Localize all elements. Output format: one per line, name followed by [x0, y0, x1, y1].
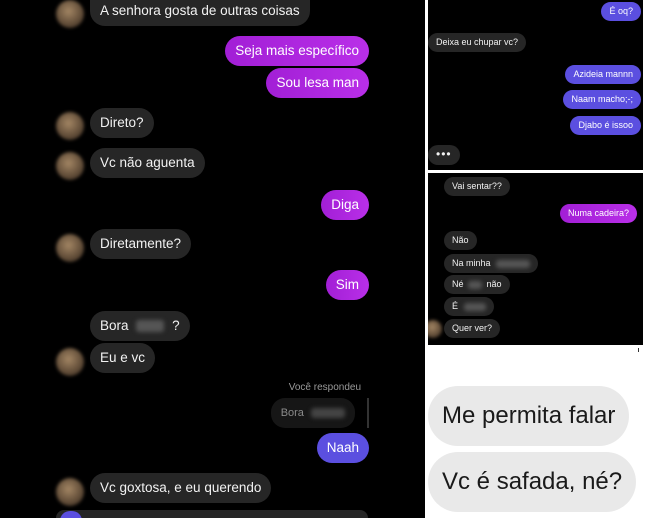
message-text: É: [452, 301, 459, 311]
incoming-message: Direto?: [90, 108, 154, 138]
message-text: Na minha: [452, 258, 491, 268]
message-text: Quer ver?: [452, 323, 493, 333]
reply-quote-text: Bora: [280, 407, 304, 419]
censored-word: [136, 320, 165, 333]
partial-message: [56, 510, 368, 518]
main-chat-panel: A senhora gosta de outras coisas Seja ma…: [0, 0, 425, 518]
message-text: Diga: [331, 197, 359, 212]
incoming-message: Vc goxtosa, e eu querendo: [90, 473, 272, 503]
incoming-message: Na minha: [444, 254, 539, 273]
message-text: Naah: [326, 440, 359, 455]
message-text: Sim: [335, 277, 359, 292]
typing-dots: •••: [436, 147, 452, 161]
message-text: Eu e vc: [100, 350, 146, 365]
message-text: Naam macho;-;: [571, 94, 633, 104]
incoming-message: Vai sentar??: [444, 177, 510, 196]
message-text: Deixa eu chupar vc?: [436, 37, 519, 47]
message-text: Direto?: [100, 115, 144, 130]
reply-label: Você respondeu: [288, 382, 361, 393]
censored-word: [496, 259, 531, 268]
contact-avatar: [56, 152, 84, 180]
message-text: Não: [452, 235, 469, 245]
incoming-message: Deixa eu chupar vc?: [428, 33, 527, 52]
message-text: Vc é safada, né?: [442, 468, 623, 495]
incoming-message: A senhora gosta de outras coisas: [90, 0, 310, 26]
outgoing-message: É oq?: [601, 2, 641, 21]
message-text: Diretamente?: [100, 236, 182, 251]
message-text: Djabo é issoo: [578, 120, 633, 130]
incoming-message: Né não: [444, 275, 510, 294]
message-text: Vc não aguenta: [100, 155, 195, 170]
divider-mark: [638, 348, 639, 352]
outgoing-message: Naah: [316, 433, 369, 463]
message-text: Vc goxtosa, e eu querendo: [100, 480, 262, 495]
message-text: Seja mais específico: [235, 43, 359, 58]
contact-avatar: [56, 348, 84, 376]
contact-avatar: [56, 234, 84, 262]
incoming-message: Me permita falar: [428, 386, 630, 446]
chat-panel-4: Me permita falar Vc é safada, né?: [428, 348, 645, 518]
contact-avatar: [56, 478, 84, 506]
incoming-message: Vc não aguenta: [90, 148, 205, 178]
reply-bar: [367, 398, 369, 428]
message-text-suffix: ?: [172, 318, 180, 333]
outgoing-message: Sou lesa man: [266, 68, 369, 98]
message-text: Bora: [100, 318, 129, 333]
message-text: A senhora gosta de outras coisas: [100, 3, 300, 18]
incoming-message: Bora ?: [90, 311, 190, 341]
chat-panel-3: Vai sentar?? Numa cadeira? Não Na minha …: [428, 173, 643, 345]
incoming-message: É: [444, 297, 494, 316]
message-text: É oq?: [609, 6, 633, 16]
message-text: Né: [452, 279, 464, 289]
incoming-message: Eu e vc: [90, 343, 156, 373]
outgoing-message: Naam macho;-;: [563, 90, 641, 109]
message-text: Sou lesa man: [276, 75, 359, 90]
reply-quote: Bora: [270, 398, 355, 428]
outgoing-message: Djabo é issoo: [570, 116, 641, 135]
contact-avatar: [56, 112, 84, 140]
incoming-message: Quer ver?: [444, 319, 501, 338]
outgoing-message: Numa cadeira?: [559, 204, 637, 223]
censored-word: [463, 302, 486, 311]
message-text: Vai sentar??: [452, 181, 502, 191]
contact-avatar: [56, 0, 84, 28]
incoming-message: Não: [444, 231, 477, 250]
message-text: Me permita falar: [442, 402, 616, 429]
censored-word: [311, 408, 345, 419]
incoming-message: Diretamente?: [90, 229, 192, 259]
incoming-message: Vc é safada, né?: [428, 452, 637, 512]
outgoing-message: Diga: [321, 190, 369, 220]
censored-word: [468, 280, 483, 289]
outgoing-message: Sim: [325, 270, 369, 300]
message-text-suffix: não: [486, 279, 502, 289]
typing-indicator: •••: [428, 145, 460, 165]
outgoing-message: Seja mais específico: [225, 36, 369, 66]
outgoing-message: Azideia mannn: [565, 65, 641, 84]
chat-panel-2: É oq? Deixa eu chupar vc? Azideia mannn …: [428, 0, 643, 170]
message-text: Numa cadeira?: [567, 208, 629, 218]
message-text: Azideia mannn: [573, 69, 633, 79]
contact-avatar: [428, 320, 442, 338]
